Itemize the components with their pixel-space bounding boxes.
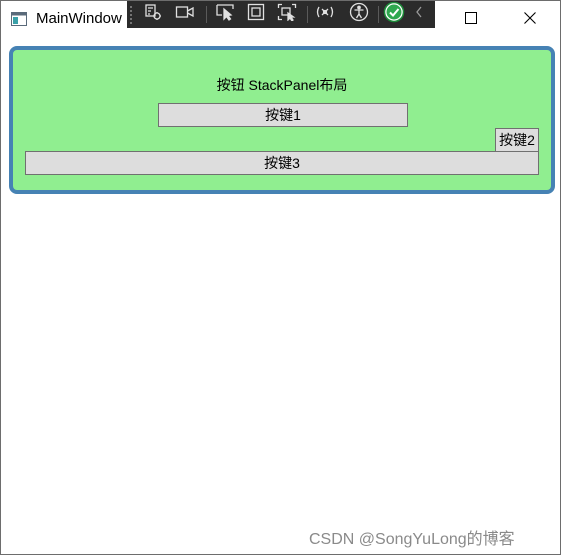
toolbar-separator (206, 6, 207, 23)
collapse-toolbar-button[interactable] (411, 3, 427, 26)
maximize-icon (465, 11, 477, 29)
stackpanel-border: 按钮 StackPanel布局 按键1 按键2 按键3 (9, 46, 555, 194)
record-icon (175, 4, 195, 25)
app-window-icon (11, 12, 27, 26)
maximize-button[interactable] (448, 1, 494, 38)
display-layout-button[interactable] (244, 3, 268, 26)
display-layout-icon (247, 3, 265, 26)
toolbar-grip[interactable] (129, 5, 133, 24)
debug-toolbar (127, 1, 435, 28)
button-2[interactable]: 按键2 (495, 128, 539, 152)
check-icon (383, 1, 405, 28)
hot-reload-icon (315, 3, 335, 26)
toolbar-separator (378, 6, 379, 23)
pointer-select-button[interactable] (213, 3, 237, 26)
track-focus-icon (277, 3, 297, 26)
button-3[interactable]: 按键3 (25, 151, 539, 175)
panel-heading: 按钮 StackPanel布局 (216, 77, 348, 93)
watermark: CSDN @SongYuLong的博客 (309, 531, 515, 548)
close-icon (524, 11, 536, 29)
binding-check-button[interactable] (382, 1, 406, 28)
main-window: MainWindow 按钮 StackPanel布局 按键1 按键2 按键3 C… (0, 0, 561, 555)
select-element-icon (144, 3, 162, 26)
collapse-icon (414, 5, 424, 24)
pointer-select-icon (215, 3, 235, 26)
record-button[interactable] (173, 3, 197, 26)
button-1[interactable]: 按键1 (158, 103, 408, 127)
toolbar-separator (307, 6, 308, 23)
window-title: MainWindow (36, 10, 122, 27)
accessibility-icon (349, 2, 369, 27)
track-focus-button[interactable] (275, 3, 299, 26)
hot-reload-button[interactable] (313, 3, 337, 26)
select-element-button[interactable] (141, 3, 165, 26)
close-button[interactable] (507, 1, 553, 38)
accessibility-button[interactable] (347, 2, 371, 27)
